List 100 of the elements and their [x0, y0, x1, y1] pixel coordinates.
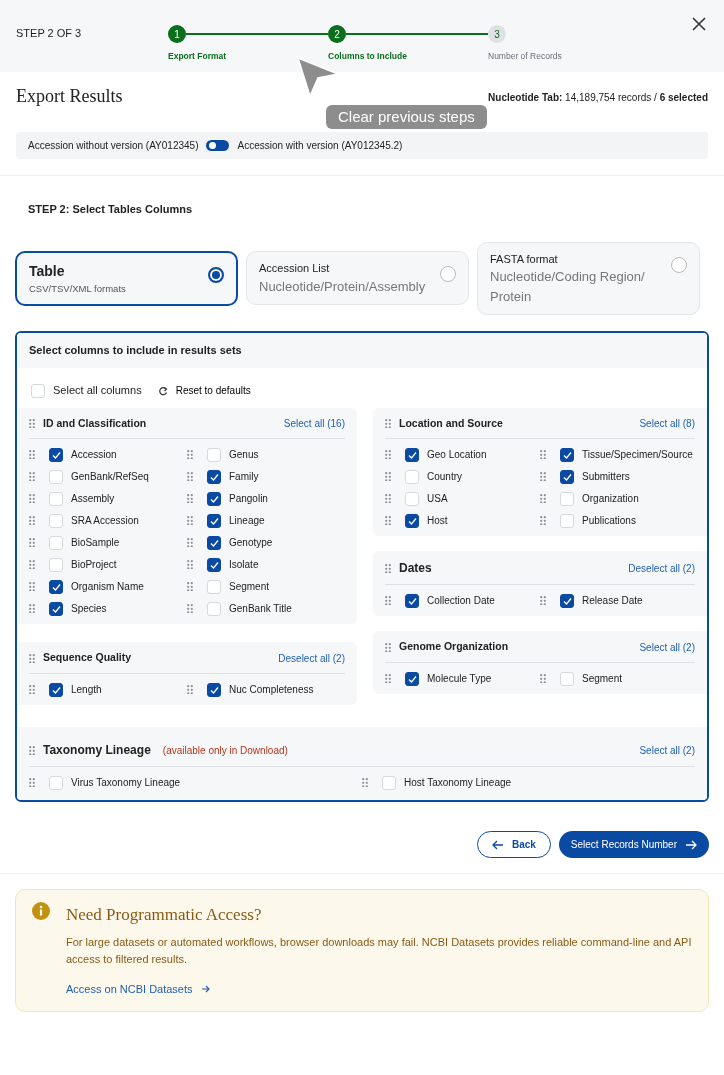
column-label: Organization — [582, 492, 639, 507]
drag-handle-icon[interactable] — [385, 642, 391, 652]
drag-handle-icon[interactable] — [540, 674, 546, 683]
checkbox[interactable] — [207, 491, 221, 506]
column-label: Nuc Completeness — [229, 683, 314, 697]
drag-handle-icon[interactable] — [29, 418, 35, 428]
drag-handle-icon[interactable] — [29, 653, 35, 663]
column-label: Publications — [582, 514, 636, 529]
column-label: Assembly — [71, 492, 115, 507]
checkbox[interactable] — [405, 447, 419, 462]
drag-handle-icon[interactable] — [29, 582, 35, 592]
column-label: Segment — [229, 580, 270, 595]
select-all-link[interactable]: Deselect all (2) — [628, 560, 695, 576]
drag-handle-icon[interactable] — [385, 494, 391, 504]
drag-handle-icon[interactable] — [187, 685, 193, 694]
drag-handle-icon[interactable] — [540, 494, 546, 504]
drag-handle-icon[interactable] — [29, 560, 35, 570]
checkbox[interactable] — [560, 447, 574, 462]
drag-handle-icon[interactable] — [540, 516, 546, 526]
format-option[interactable]: Accession List Nucleotide/Protein/Assembly — [246, 251, 469, 306]
step-heading: STEP 2: Select Tables Columns — [27, 202, 194, 217]
drag-handle-icon[interactable] — [187, 472, 193, 482]
checkbox[interactable] — [207, 513, 221, 528]
back-button[interactable]: Back — [476, 831, 551, 858]
drag-handle-icon[interactable] — [187, 538, 193, 548]
tooltip: Clear previous steps — [326, 105, 487, 129]
reset-button[interactable]: Reset to defaults — [157, 383, 251, 398]
column-label: Geo Location — [427, 448, 487, 463]
select-all-link[interactable]: Deselect all (2) — [278, 650, 345, 666]
drag-handle-icon[interactable] — [540, 472, 546, 482]
checkbox[interactable] — [207, 682, 221, 697]
step-number[interactable]: 3 — [488, 25, 506, 43]
select-all-link[interactable]: Select all (2) — [639, 639, 695, 655]
drag-handle-icon[interactable] — [385, 418, 391, 428]
checkbox[interactable] — [405, 671, 419, 686]
option-subtitle: Nucleotide/Protein/Assembly — [259, 277, 427, 296]
step-number[interactable]: 1 — [168, 25, 186, 43]
drag-handle-icon[interactable] — [187, 450, 193, 460]
drag-handle-icon[interactable] — [29, 538, 35, 548]
checkbox[interactable] — [49, 682, 63, 697]
drag-handle-icon[interactable] — [362, 778, 368, 787]
group-title: Taxonomy Lineage — [43, 742, 151, 759]
format-option[interactable]: Table CSV/TSV/XML formats — [15, 250, 238, 306]
option-title: FASTA format — [490, 251, 559, 267]
drag-handle-icon[interactable] — [29, 778, 35, 787]
drag-handle-icon[interactable] — [187, 604, 193, 614]
checkbox[interactable] — [207, 535, 221, 550]
drag-handle-icon[interactable] — [29, 494, 35, 504]
drag-handle-icon[interactable] — [29, 604, 35, 614]
select-all-link[interactable]: Select all (8) — [639, 415, 695, 431]
arrow-right-icon — [685, 839, 697, 850]
drag-handle-icon[interactable] — [385, 674, 391, 683]
arrow-right-icon — [200, 984, 210, 993]
checkbox[interactable] — [49, 447, 63, 462]
drag-handle-icon[interactable] — [29, 450, 35, 460]
drag-handle-icon[interactable] — [385, 596, 391, 606]
radio-button[interactable] — [671, 256, 687, 273]
drag-handle-icon[interactable] — [29, 472, 35, 482]
close-button[interactable] — [692, 17, 706, 31]
datasets-link[interactable]: Access on NCBI Datasets — [66, 980, 210, 998]
checkbox[interactable] — [207, 469, 221, 484]
column-label: Collection Date — [427, 594, 495, 609]
step-label[interactable]: Columns to Include — [328, 50, 407, 63]
drag-handle-icon[interactable] — [187, 582, 193, 592]
drag-handle-icon[interactable] — [385, 472, 391, 482]
checkbox[interactable] — [560, 593, 574, 608]
next-button[interactable]: Select Records Number — [558, 831, 709, 858]
select-all-link[interactable]: Select all (2) — [639, 742, 695, 758]
drag-handle-icon[interactable] — [29, 685, 35, 694]
column-label: Host Taxonomy Lineage — [404, 776, 512, 790]
column-label: Organism Name — [71, 580, 144, 595]
step-label[interactable]: Export Format — [168, 50, 227, 63]
checkbox[interactable] — [405, 593, 419, 608]
drag-handle-icon[interactable] — [29, 745, 35, 755]
radio-button[interactable] — [440, 266, 456, 283]
check-icon — [209, 472, 219, 481]
checkbox[interactable] — [49, 579, 63, 594]
drag-handle-icon[interactable] — [385, 563, 391, 573]
drag-handle-icon[interactable] — [29, 516, 35, 526]
drag-handle-icon[interactable] — [540, 450, 546, 460]
drag-handle-icon[interactable] — [187, 560, 193, 570]
select-all-link[interactable]: Select all (16) — [283, 415, 345, 431]
step-label[interactable]: Number of Records — [488, 50, 562, 63]
checkbox[interactable] — [207, 557, 221, 572]
checkbox[interactable] — [49, 601, 63, 616]
drag-handle-icon[interactable] — [540, 596, 546, 606]
step-number[interactable]: 2 — [328, 25, 346, 43]
version-switch[interactable] — [206, 140, 230, 151]
checkbox[interactable] — [405, 513, 419, 528]
radio-button[interactable] — [208, 266, 224, 283]
drag-handle-icon[interactable] — [187, 516, 193, 526]
drag-handle-icon[interactable] — [385, 450, 391, 460]
checkbox[interactable] — [560, 469, 574, 484]
check-icon — [51, 450, 61, 459]
drag-handle-icon[interactable] — [187, 494, 193, 504]
format-option[interactable]: FASTA format Nucleotide/Coding Region/ Protein — [477, 241, 700, 315]
drag-handle-icon[interactable] — [385, 516, 391, 526]
panel-title: Select columns to include in results sets — [17, 333, 707, 368]
column-label: SRA Accession — [71, 514, 139, 529]
column-label: Tissue/Specimen/Source — [582, 448, 693, 463]
